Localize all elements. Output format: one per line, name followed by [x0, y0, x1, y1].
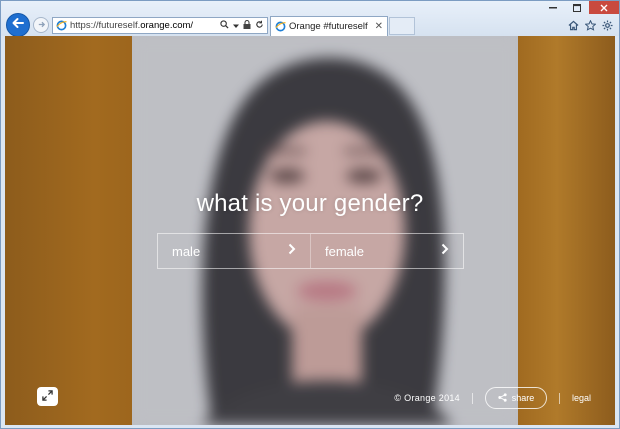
page-footer: © Orange 2014 share legal — [394, 386, 615, 410]
close-window-button[interactable] — [589, 1, 619, 14]
share-button[interactable]: share — [484, 387, 547, 409]
maximize-button[interactable] — [565, 1, 589, 14]
star-icon[interactable] — [584, 19, 597, 34]
window-controls — [541, 1, 619, 14]
lock-icon[interactable] — [243, 19, 251, 32]
refresh-icon[interactable] — [255, 20, 264, 32]
page-content: what is your gender? male female © Orang… — [5, 36, 615, 425]
dim-overlay — [132, 36, 518, 425]
browser-toolbar — [568, 19, 613, 34]
browser-window: https://futureself. orange.com/ Orange #f… — [0, 0, 620, 429]
legal-link[interactable]: legal — [572, 393, 591, 403]
address-bar[interactable]: https://futureself. orange.com/ — [52, 17, 268, 34]
ie-icon — [275, 21, 286, 32]
male-option-label: male — [172, 243, 201, 259]
footer-divider — [558, 392, 560, 404]
footer-divider — [471, 392, 473, 404]
expand-icon — [42, 388, 53, 406]
browser-chrome: https://futureself. orange.com/ Orange #f… — [1, 1, 619, 37]
url-prefix: https://futureself. — [70, 20, 141, 31]
minimize-button[interactable] — [541, 1, 565, 14]
chevron-right-icon — [441, 242, 449, 260]
forward-button[interactable] — [33, 17, 49, 33]
search-icon[interactable] — [220, 20, 229, 32]
forward-arrow-icon — [37, 16, 46, 34]
share-label: share — [511, 393, 535, 403]
fullscreen-button[interactable] — [37, 387, 58, 406]
new-tab-button[interactable] — [389, 17, 415, 35]
female-option-button[interactable]: female — [310, 234, 463, 268]
right-side-panel — [518, 36, 615, 425]
female-option-label: female — [325, 243, 365, 259]
copyright-text: © Orange 2014 — [394, 393, 460, 403]
chevron-down-icon[interactable] — [233, 21, 239, 32]
url-host: orange.com/ — [140, 20, 194, 31]
ie-icon — [56, 20, 67, 31]
gender-options: male female — [157, 233, 464, 269]
gender-question: what is your gender? — [196, 190, 424, 217]
left-side-panel — [5, 36, 132, 425]
close-icon[interactable]: ✕ — [375, 21, 383, 32]
share-icon — [498, 392, 507, 404]
tab-title: Orange #futureself — [289, 21, 368, 32]
male-option-button[interactable]: male — [158, 234, 310, 268]
chevron-right-icon — [288, 242, 296, 260]
back-arrow-icon — [11, 16, 25, 35]
back-button[interactable] — [6, 13, 30, 37]
tab-orange-futureself[interactable]: Orange #futureself ✕ — [270, 16, 388, 36]
home-icon[interactable] — [568, 20, 579, 34]
gear-icon[interactable] — [602, 20, 613, 34]
